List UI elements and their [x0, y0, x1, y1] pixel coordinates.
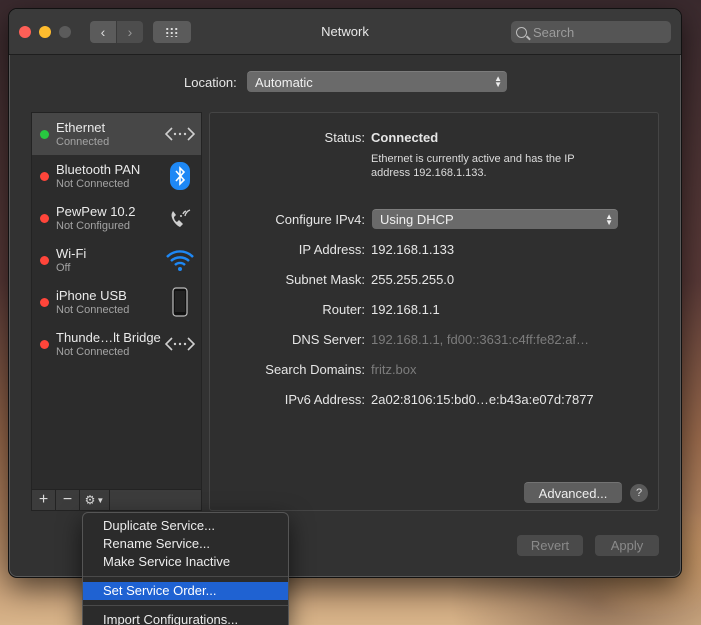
chevron-up-down-icon: ▲ ▼ — [494, 74, 502, 89]
service-status: Not Connected — [56, 178, 130, 190]
menu-item-duplicate-service[interactable]: Duplicate Service... — [83, 517, 288, 535]
status-dot — [40, 340, 49, 349]
chevron-down-icon: ▼ — [96, 495, 105, 505]
configure-ipv4-label: Configure IPv4: — [275, 212, 365, 227]
menu-item-make-service-inactive[interactable]: Make Service Inactive — [83, 553, 288, 571]
service-status: Not Configured — [56, 220, 130, 232]
location-popup[interactable]: Automatic ▲ ▼ — [247, 71, 507, 92]
revert-button[interactable]: Revert — [517, 535, 583, 556]
service-item-bluetooth-pan[interactable]: Bluetooth PAN Not Connected — [32, 155, 201, 197]
status-dot — [40, 172, 49, 181]
network-preferences-window: ‹ › Network Search Location: Automatic ▲… — [8, 8, 682, 578]
service-name: iPhone USB — [56, 288, 127, 303]
ip-address-label: IP Address: — [298, 242, 365, 257]
remove-service-button[interactable]: − — [56, 490, 80, 510]
menu-separator — [83, 605, 288, 606]
ethernet-icon — [165, 120, 195, 148]
subnet-mask-value: 255.255.255.0 — [371, 272, 455, 287]
service-detail-panel: Status: Connected Ethernet is currently … — [209, 112, 659, 511]
menu-item-set-service-order[interactable]: Set Service Order... — [83, 582, 288, 600]
status-dot — [40, 256, 49, 265]
service-item-pewpew[interactable]: PewPew 10.2 Not Configured — [32, 197, 201, 239]
service-status: Connected — [56, 136, 110, 148]
search-domains-value: fritz.box — [371, 362, 417, 377]
status-value: Connected — [371, 130, 439, 145]
service-status: Not Connected — [56, 346, 130, 358]
service-name: Bluetooth PAN — [56, 162, 141, 177]
status-description: Ethernet is currently active and has the… — [371, 153, 575, 179]
apply-button[interactable]: Apply — [595, 535, 659, 556]
menu-item-import-configurations[interactable]: Import Configurations... — [83, 611, 288, 625]
location-label: Location: — [184, 75, 237, 90]
service-item-iphone-usb[interactable]: iPhone USB Not Connected — [32, 281, 201, 323]
search-domains-label: Search Domains: — [265, 362, 365, 377]
bluetooth-icon — [165, 162, 195, 190]
ipv6-address-label: IPv6 Address: — [284, 392, 365, 407]
ipv6-address-value: 2a02:8106:15:bd0…e:b43a:e07d:7877 — [371, 392, 594, 407]
configure-ipv4-value: Using DHCP — [380, 212, 454, 227]
service-item-wifi[interactable]: Wi-Fi Off — [32, 239, 201, 281]
chevron-up-down-icon: ▲ ▼ — [605, 211, 613, 227]
service-name: Ethernet — [56, 120, 106, 135]
service-list-toolbar: + − ⚙ ▼ — [31, 490, 202, 511]
status-dot — [40, 214, 49, 223]
subnet-mask-label: Subnet Mask: — [285, 272, 366, 287]
router-label: Router: — [322, 302, 365, 317]
search-icon — [516, 26, 527, 38]
add-service-button[interactable]: + — [32, 490, 56, 510]
service-status: Off — [56, 262, 71, 274]
menu-item-rename-service[interactable]: Rename Service... — [83, 535, 288, 553]
dns-server-label: DNS Server: — [292, 332, 365, 347]
wifi-icon — [165, 246, 195, 274]
service-action-menu: Duplicate Service... Rename Service... M… — [82, 512, 289, 625]
service-status: Not Connected — [56, 304, 130, 316]
action-menu-button[interactable]: ⚙ ▼ — [80, 490, 110, 510]
help-button[interactable]: ? — [630, 484, 648, 502]
iphone-icon — [165, 287, 195, 317]
status-dot — [40, 298, 49, 307]
ip-address-value: 192.168.1.133 — [371, 242, 455, 257]
gear-icon: ⚙ — [84, 493, 96, 507]
thunderbolt-bridge-icon — [165, 330, 195, 358]
service-name: Wi-Fi — [56, 246, 87, 261]
service-item-ethernet[interactable]: Ethernet Connected — [32, 113, 201, 155]
service-name: PewPew 10.2 — [56, 204, 136, 219]
service-item-thunderbolt-bridge[interactable]: Thunde…lt Bridge Not Connected — [32, 323, 201, 365]
location-value: Automatic — [255, 74, 313, 90]
service-name: Thunde…lt Bridge — [56, 330, 161, 345]
status-label: Status: — [324, 130, 365, 145]
status-dot — [40, 130, 49, 139]
service-list: Ethernet Connected Bluetooth PAN Not Con… — [31, 112, 202, 490]
router-value: 192.168.1.1 — [371, 302, 440, 317]
configure-ipv4-popup[interactable]: Using DHCP ▲ ▼ — [372, 209, 618, 229]
modem-phone-icon — [165, 204, 195, 232]
menu-separator — [83, 576, 288, 577]
advanced-button[interactable]: Advanced... — [524, 482, 622, 503]
search-field[interactable]: Search — [511, 21, 671, 43]
search-placeholder: Search — [533, 24, 575, 40]
title-bar: ‹ › Network Search — [9, 9, 681, 55]
dns-server-value: 192.168.1.1, fd00::3631:c4ff:fe82:af… — [371, 332, 590, 347]
